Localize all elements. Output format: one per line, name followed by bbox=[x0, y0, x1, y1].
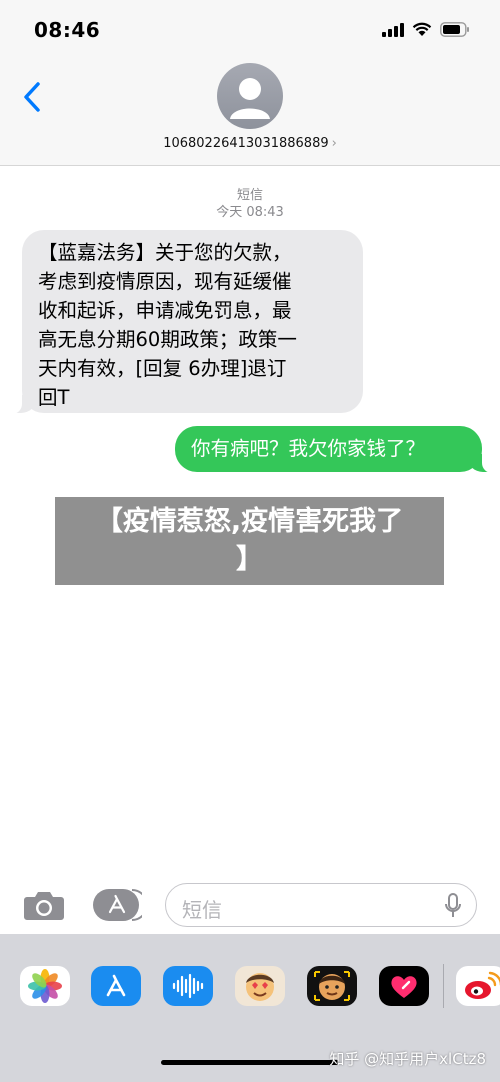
camera-icon[interactable] bbox=[23, 888, 65, 922]
message-input-placeholder: 短信 bbox=[182, 898, 222, 922]
status-time: 08:46 bbox=[34, 18, 101, 42]
app-store-apps-icon[interactable] bbox=[92, 888, 142, 922]
chevron-right-icon: › bbox=[331, 136, 337, 151]
battery-icon bbox=[440, 22, 469, 37]
app-store-icon[interactable] bbox=[91, 966, 141, 1006]
weibo-icon[interactable] bbox=[456, 966, 500, 1006]
sender-number: 10680226413031886889 bbox=[163, 136, 329, 151]
conversation-header: 10680226413031886889 › bbox=[0, 60, 500, 166]
person-silhouette-icon bbox=[230, 78, 270, 119]
status-icons bbox=[382, 22, 470, 37]
status-bar: 08:46 bbox=[0, 0, 500, 60]
animoji-icon[interactable] bbox=[307, 966, 357, 1006]
message-input[interactable]: 短信 bbox=[165, 883, 477, 927]
wifi-icon bbox=[412, 22, 432, 36]
compose-bar: 短信 bbox=[0, 878, 500, 934]
overlay-caption-text: 【疫情惹怒,疫情害死我了 】 bbox=[95, 506, 404, 575]
microphone-icon[interactable] bbox=[444, 893, 462, 919]
message-timestamp: 今天 08:43 bbox=[216, 205, 284, 220]
digital-touch-icon[interactable] bbox=[379, 966, 429, 1006]
back-chevron-icon[interactable] bbox=[20, 80, 44, 114]
photos-icon[interactable] bbox=[20, 966, 70, 1006]
home-indicator[interactable] bbox=[161, 1060, 339, 1065]
contact-avatar[interactable] bbox=[217, 63, 283, 129]
sender-number-row[interactable]: 10680226413031886889 › bbox=[0, 136, 500, 151]
outgoing-message-bubble[interactable]: 你有病吧？我欠你家钱了？ bbox=[175, 426, 494, 473]
memoji-stickers-icon[interactable] bbox=[235, 966, 285, 1006]
audio-message-icon[interactable] bbox=[163, 966, 213, 1006]
incoming-message-bubble[interactable]: 【蓝嘉法务】关于您的欠款， 考虑到疫情原因，现有延缓催 收和起诉，申请减免罚息，… bbox=[10, 230, 363, 414]
overlay-caption: 【疫情惹怒,疫情害死我了 】 bbox=[55, 497, 444, 585]
cellular-signal-icon bbox=[382, 22, 404, 37]
watermark: 知乎 @知乎用户xlCtz8 bbox=[329, 1050, 486, 1068]
tray-divider bbox=[443, 964, 444, 1008]
